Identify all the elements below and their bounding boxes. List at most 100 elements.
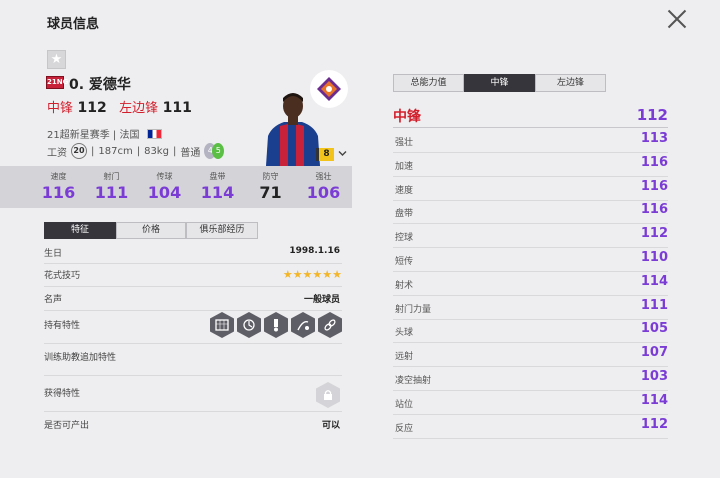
row-label: 花式技巧 <box>44 271 81 281</box>
attribute-row: 站位 114 <box>393 391 668 415</box>
attribute-label: 头球 <box>395 328 414 339</box>
attribute-value: 112 <box>640 416 668 432</box>
row-label: 是否可产出 <box>44 421 90 431</box>
position-name: 中锋 <box>47 101 74 116</box>
row-value: 可以 <box>321 421 340 431</box>
row-acquired-traits: 获得特性 <box>44 382 342 412</box>
tab-price[interactable]: 价格 <box>116 222 186 239</box>
attribute-label: 盘带 <box>395 209 414 220</box>
tab-overall[interactable]: 总能力值 <box>393 74 464 92</box>
attribute-row: 盘带 116 <box>393 200 668 225</box>
attribute-value: 103 <box>640 369 668 384</box>
stat-pace: 速度 116 <box>41 172 76 202</box>
attribute-label: 加速 <box>395 161 414 172</box>
attribute-label: 凌空抽射 <box>395 376 432 386</box>
tab-traits[interactable]: 特征 <box>44 222 116 239</box>
row-label: 名声 <box>44 295 63 305</box>
position-ovr: 111 <box>162 100 192 116</box>
attribute-row: 反应 112 <box>393 415 668 439</box>
stat-dribbling: 盘带 114 <box>200 172 235 202</box>
attribute-label: 站位 <box>395 399 414 410</box>
row-traits: 持有特性 <box>44 312 342 344</box>
stat-shooting: 射门 111 <box>94 172 129 202</box>
trait-flair-icon[interactable] <box>237 312 261 338</box>
attribute-value: 114 <box>640 273 668 289</box>
season-nation-line: 21超新星赛季 | 法国 <box>47 126 162 141</box>
row-label: 持有特性 <box>44 321 81 331</box>
skill-stars-icon: ★★★★★★ <box>282 268 342 281</box>
trait-power-shot-icon[interactable] <box>264 312 288 338</box>
row-label: 获得特性 <box>44 389 81 399</box>
row-reputation: 名声 一般球员 <box>44 292 342 311</box>
stat-defending: 防守 71 <box>259 172 282 202</box>
attr-position-label: 中锋 <box>393 109 421 125</box>
body-type-value: 普通 <box>180 147 201 159</box>
attribute-row: 射术 114 <box>393 272 668 296</box>
attribute-row: 速度 116 <box>393 177 668 201</box>
stat-passing: 传球 104 <box>147 172 182 202</box>
row-value: 一般球员 <box>303 295 340 305</box>
height-value: 187cm <box>98 145 133 157</box>
wage-value: 20 <box>71 143 87 159</box>
attribute-value: 116 <box>640 154 668 170</box>
main-stats-bar: 速度 116 射门 111 传球 104 盘带 114 防守 71 强壮 106 <box>0 166 352 208</box>
attribute-row: 远射 107 <box>393 343 668 368</box>
attribute-label: 射术 <box>395 280 414 291</box>
favorite-star-icon[interactable]: ★ <box>47 50 66 69</box>
attribute-row: 强壮 113 <box>393 129 668 153</box>
trait-goal-icon[interactable] <box>210 312 234 338</box>
attribute-label: 远射 <box>395 352 414 363</box>
lock-icon <box>316 382 340 408</box>
attribute-label: 反应 <box>395 423 414 434</box>
attribute-value: 112 <box>640 226 668 242</box>
weight-value: 83kg <box>144 145 169 157</box>
close-icon[interactable] <box>664 6 690 32</box>
tab-lw[interactable]: 左边锋 <box>535 74 606 92</box>
player-details-line: 工资 20 | 187cm | 83kg | 普通 4 5 <box>47 143 226 159</box>
trait-finesse-icon[interactable] <box>291 312 315 338</box>
row-birthday: 生日 1998.1.16 <box>44 246 342 264</box>
row-skill-moves: 花式技巧 ★★★★★★ <box>44 268 342 287</box>
attribute-label: 短传 <box>395 257 414 267</box>
club-logo <box>310 70 348 108</box>
attribute-label: 控球 <box>395 233 414 244</box>
row-coach-traits: 训练助教追加特性 <box>44 350 342 376</box>
attribute-row: 头球 105 <box>393 319 668 344</box>
position-name: 左边锋 <box>119 101 159 116</box>
attr-position-value: 112 <box>636 106 668 124</box>
stat-physical: 强壮 106 <box>306 172 341 202</box>
page-title: 球员信息 <box>47 17 100 32</box>
france-flag-icon <box>146 129 162 139</box>
attr-position-header: 中锋 112 <box>393 106 668 128</box>
attribute-value: 111 <box>640 297 668 313</box>
tab-club-history[interactable]: 俱乐部经历 <box>186 222 258 239</box>
tab-st[interactable]: 中锋 <box>464 74 535 92</box>
attribute-row: 射门力量 111 <box>393 296 668 320</box>
attribute-row: 凌空抽射 103 <box>393 367 668 391</box>
attribute-value: 113 <box>640 131 668 146</box>
club-crest-icon <box>317 77 341 101</box>
foot-indicator: 4 5 <box>204 143 226 159</box>
attribute-label: 速度 <box>395 185 414 196</box>
attribute-row: 控球 112 <box>393 224 668 249</box>
attribute-value: 105 <box>640 321 668 337</box>
attribute-value: 107 <box>640 345 668 361</box>
enhance-level-badge: 8 <box>316 148 334 161</box>
chevron-down-icon[interactable] <box>338 149 347 158</box>
attribute-value: 110 <box>640 250 668 265</box>
attribute-value: 116 <box>640 178 668 194</box>
wage-label: 工资 <box>47 147 67 159</box>
attribute-row: 加速 116 <box>393 153 668 177</box>
position-ovr: 112 <box>77 100 107 116</box>
trait-chain-icon[interactable] <box>318 312 342 338</box>
row-label: 训练助教追加特性 <box>44 353 117 363</box>
season-nation-text: 21超新星赛季 | 法国 <box>47 130 140 141</box>
row-label: 生日 <box>44 249 63 259</box>
attribute-label: 射门力量 <box>395 304 432 315</box>
trait-icons <box>210 312 342 338</box>
season-badge: 21NG <box>46 76 68 89</box>
attribute-tabs: 总能力值 中锋 左边锋 <box>393 74 606 92</box>
attribute-value: 114 <box>640 392 668 408</box>
position-ratings: 中锋 112 左边锋 111 <box>47 97 200 116</box>
row-value: 1998.1.16 <box>289 246 340 256</box>
